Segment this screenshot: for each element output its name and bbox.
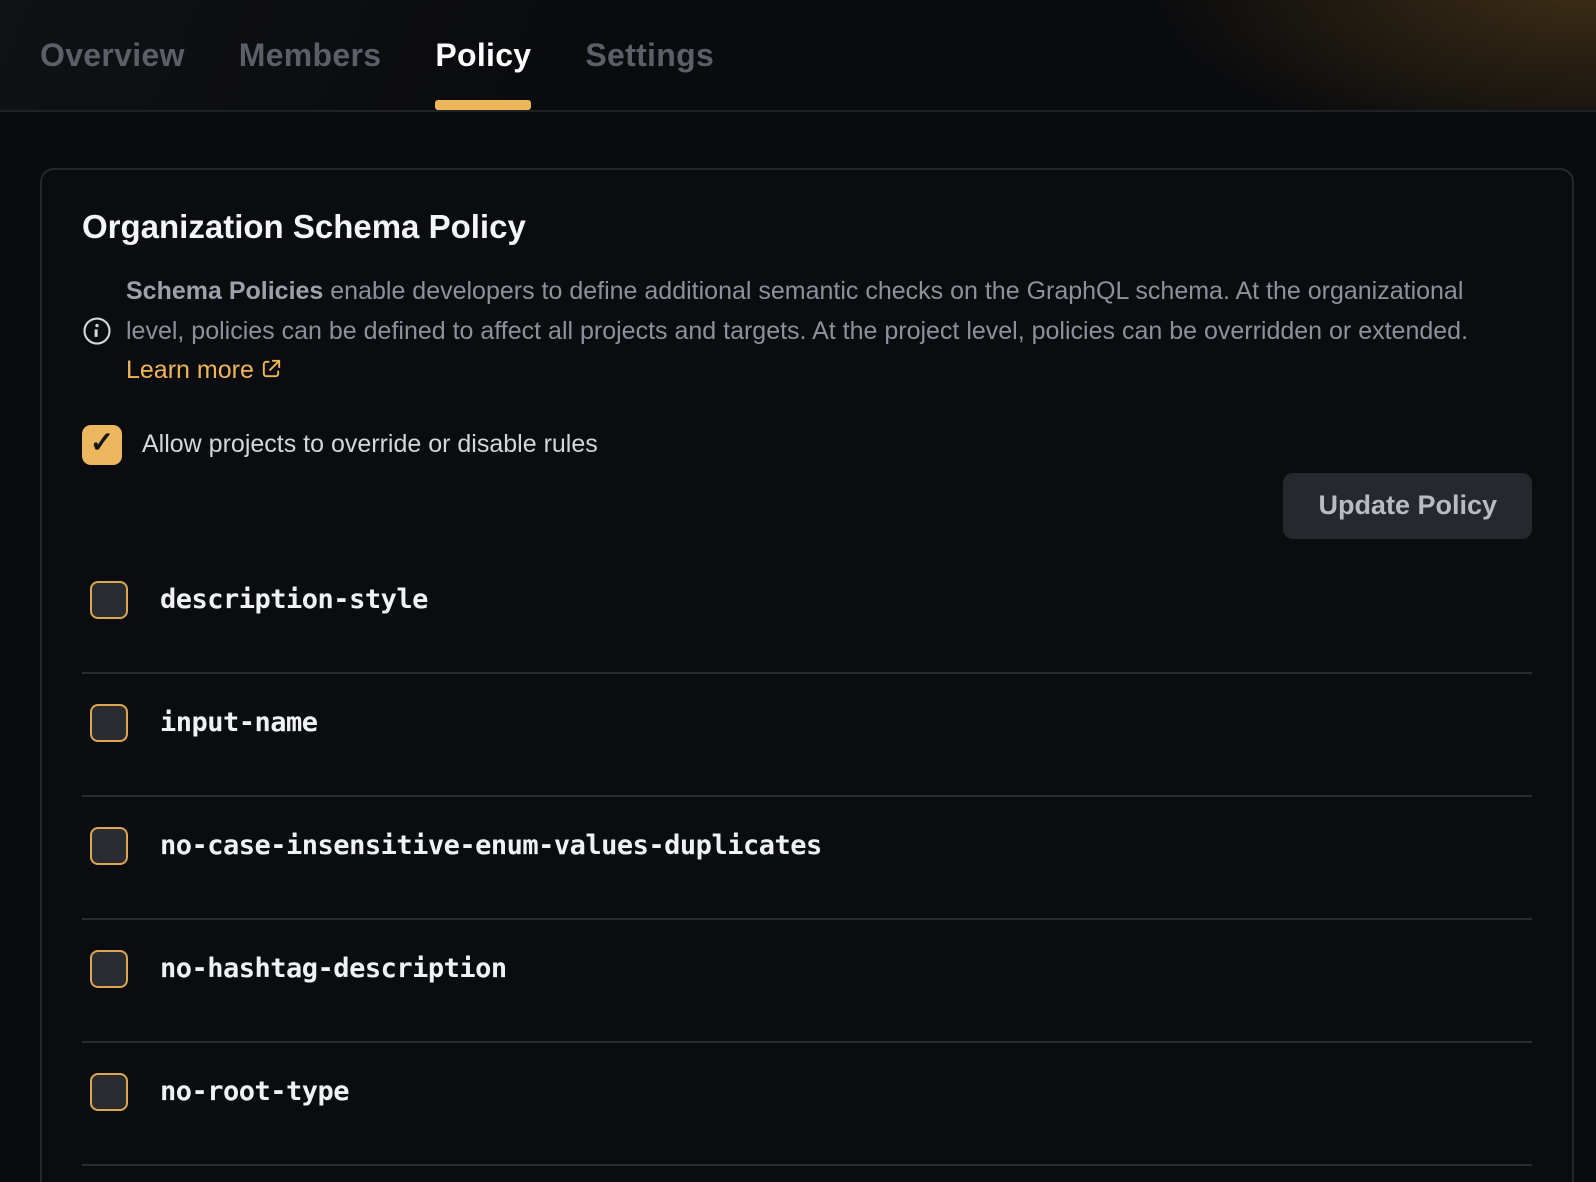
button-row: Update Policy [82,473,1532,539]
rule-row-input-name[interactable]: input-name [82,674,1532,797]
rule-row-no-case-insensitive-enum-values-duplicates[interactable]: no-case-insensitive-enum-values-duplicat… [82,797,1532,920]
active-tab-indicator [435,100,531,110]
tab-settings[interactable]: Settings [585,0,714,110]
rule-name: no-case-insensitive-enum-values-duplicat… [160,830,822,861]
policy-description-text: Schema Policies enable developers to def… [126,272,1496,391]
tab-overview-label: Overview [40,37,185,74]
page-title: Organization Schema Policy [82,208,1532,246]
tab-members[interactable]: Members [239,0,382,110]
rule-name: no-hashtag-description [160,953,507,984]
info-icon [82,316,112,346]
schema-policy-card: Organization Schema Policy Schema Polici… [40,168,1574,1182]
policy-description: Schema Policies enable developers to def… [82,272,1532,391]
tab-policy[interactable]: Policy [435,0,531,110]
update-policy-button[interactable]: Update Policy [1283,473,1532,539]
org-tab-bar: Overview Members Policy Settings [0,0,1596,112]
external-link-icon [260,357,283,380]
rule-name: input-name [160,707,318,738]
allow-override-row: ✓ Allow projects to override or disable … [82,425,1532,465]
rule-checkbox[interactable] [90,704,128,742]
organization-policy-page: Overview Members Policy Settings Organiz… [0,0,1596,1182]
tab-settings-label: Settings [585,37,714,74]
rule-row-no-root-type[interactable]: no-root-type [82,1043,1532,1166]
rule-name: no-root-type [160,1076,349,1107]
rule-name: description-style [160,584,428,615]
allow-override-label: Allow projects to override or disable ru… [142,430,598,459]
allow-override-checkbox[interactable]: ✓ [82,425,122,465]
rule-row-description-style[interactable]: description-style [82,551,1532,674]
check-icon: ✓ [90,429,114,458]
rule-checkbox[interactable] [90,1073,128,1111]
rule-checkbox[interactable] [90,950,128,988]
learn-more-link[interactable]: Learn more [126,356,283,384]
description-lead: Schema Policies [126,277,323,305]
description-body: enable developers to define additional s… [126,277,1468,345]
rules-list: description-style input-name no-case-ins… [82,551,1532,1166]
tab-policy-label: Policy [435,37,531,74]
rule-row-no-hashtag-description[interactable]: no-hashtag-description [82,920,1532,1043]
learn-more-label: Learn more [126,356,254,384]
tab-overview[interactable]: Overview [40,0,185,110]
tab-members-label: Members [239,37,382,74]
rule-checkbox[interactable] [90,827,128,865]
rule-checkbox[interactable] [90,581,128,619]
